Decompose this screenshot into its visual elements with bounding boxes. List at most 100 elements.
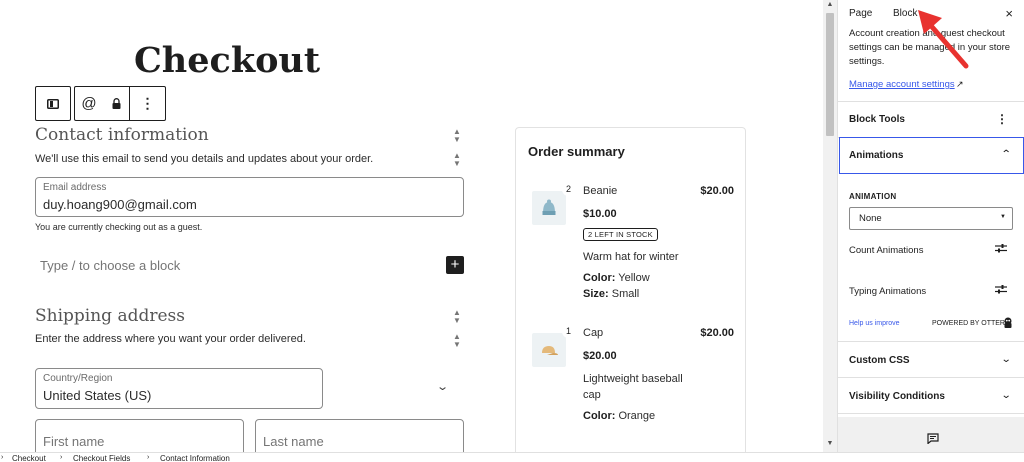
animation-label: ANIMATION [849,192,897,201]
lock-button[interactable] [103,87,129,120]
last-name-field[interactable]: Last name [255,419,464,452]
lock-icon [112,98,120,109]
page-title[interactable]: Checkout [1,40,453,81]
powered-by-otter: POWERED BY OTTER [932,320,1005,327]
email-field-label: Email address [43,182,107,193]
country-region-select[interactable]: Country/Region United States (US) [35,368,323,409]
chevron-down-icon[interactable]: ⌄ [1000,390,1011,401]
attribute-value: Orange [618,410,656,422]
first-name-field[interactable]: First name [35,419,244,452]
divider [838,101,1024,102]
chevron-right-icon: › [1,454,4,461]
scroll-up-icon[interactable]: ▲ [823,1,837,8]
editor-canvas: Checkout @ ⋮ Contact information We'll u… [0,0,823,452]
attribute-label: Color: [583,272,616,284]
more-vertical-icon: ⋮ [140,95,155,111]
attribute-label: Color: [583,410,616,422]
more-options-button[interactable]: ⋮ [129,87,165,120]
attribute-label: Size: [583,288,609,300]
first-name-placeholder: First name [43,434,105,449]
add-block-button[interactable]: + [446,256,464,274]
item-attribute: Color: Yellow [583,272,650,284]
item-name: Beanie [583,185,618,197]
comment-icon[interactable] [927,433,939,447]
chevron-right-icon: › [60,454,63,461]
product-thumbnail: 2 [532,183,575,225]
shipping-section-title: Shipping address [35,306,186,326]
block-inserter-placeholder[interactable]: Type / to choose a block [40,258,180,273]
animation-select-value: None [859,213,882,224]
move-up-down-icon[interactable]: ▲ ▼ [451,128,463,144]
annotation-arrow-icon [918,10,969,69]
item-total: $20.00 [700,327,734,339]
attribute-value: Yellow [618,272,650,284]
breadcrumb-item[interactable]: Checkout Fields [73,454,130,462]
chevron-up-icon[interactable]: ⌃ [1000,149,1011,160]
chevron-down-icon[interactable]: ⌄ [436,380,449,393]
beanie-icon [542,199,556,215]
stock-badge: 2 LEFT IN STOCK [583,228,658,241]
help-us-improve-link[interactable]: Help us improve [849,320,900,327]
tab-page[interactable]: Page [849,8,872,19]
scrollbar-thumb[interactable] [826,13,834,136]
country-region-label: Country/Region [43,373,113,384]
item-price: $10.00 [583,208,617,220]
item-description: Lightweight baseball cap [583,373,683,401]
item-name: Cap [583,327,604,339]
chevron-right-icon: › [147,454,150,461]
breadcrumb-item[interactable]: Checkout [12,454,46,462]
attribute-value: Small [611,288,640,300]
caret-down-icon: ▼ [1000,214,1006,220]
shipping-section-description: Enter the address where you want your or… [35,333,306,345]
move-up-down-icon[interactable]: ▲ ▼ [451,333,463,349]
item-attribute: Size: Small [583,288,639,300]
chevron-down-icon[interactable]: ⌄ [1000,354,1011,365]
item-description: Warm hat for winter [583,251,679,263]
divider [838,413,1024,414]
visibility-conditions-panel-title[interactable]: Visibility Conditions [849,391,945,402]
move-up-down-icon[interactable]: ▲ ▼ [451,152,463,168]
block-options-group: @ ⋮ [74,86,166,121]
contact-section-description: We'll use this email to send you details… [35,153,374,165]
item-attribute: Color: Orange [583,410,655,422]
custom-css-panel-title[interactable]: Custom CSS [849,355,910,366]
typing-animations-settings-button[interactable] [995,284,1007,297]
email-field-value[interactable]: duy.hoang900@gmail.com [43,197,197,212]
item-total: $20.00 [700,185,734,197]
block-toolbar: @ ⋮ [35,86,166,121]
guest-checkout-note: You are currently checking out as a gues… [35,222,203,232]
count-animations-label: Count Animations [849,245,924,256]
at-icon[interactable]: @ [75,87,103,120]
order-summary[interactable]: Order summary 2 Beanie $20.00 $10.00 2 L… [515,127,746,452]
sliders-icon [995,285,1007,294]
breadcrumb-item[interactable]: Contact Information [160,454,230,462]
count-animations-settings-button[interactable] [995,243,1007,256]
manage-account-settings-link[interactable]: Manage account settings [849,79,955,90]
otter-logo-icon [1003,317,1013,331]
block-type-button[interactable] [36,87,70,120]
canvas-scrollbar[interactable]: ▲ ▼ [823,0,837,452]
external-link-icon: ↗ [956,79,964,89]
divider [838,341,1024,342]
email-field[interactable]: Email address duy.hoang900@gmail.com [35,177,464,217]
typing-animations-label: Typing Animations [849,286,927,297]
country-region-value: United States (US) [43,388,152,403]
sidebar-footer [838,417,1024,452]
order-summary-title: Order summary [528,144,625,159]
move-up-down-icon[interactable]: ▲ ▼ [451,309,463,325]
item-price: $20.00 [583,350,617,362]
contact-section-title: Contact information [35,125,209,145]
columns-icon [47,98,59,109]
close-icon[interactable]: × [1005,6,1013,21]
last-name-placeholder: Last name [263,434,324,449]
animation-select[interactable]: None ▼ [849,207,1013,230]
cap-icon [542,346,558,355]
quantity-badge: 1 [562,325,575,338]
breadcrumb: › Checkout › Checkout Fields › Contact I… [0,452,1024,462]
divider [838,377,1024,378]
more-vertical-icon[interactable]: ⋮ [996,113,1008,125]
block-tools-header: Block Tools [849,114,905,125]
animations-panel-title[interactable]: Animations [849,150,903,161]
scroll-down-icon[interactable]: ▼ [823,440,837,447]
quantity-badge: 2 [562,183,575,196]
